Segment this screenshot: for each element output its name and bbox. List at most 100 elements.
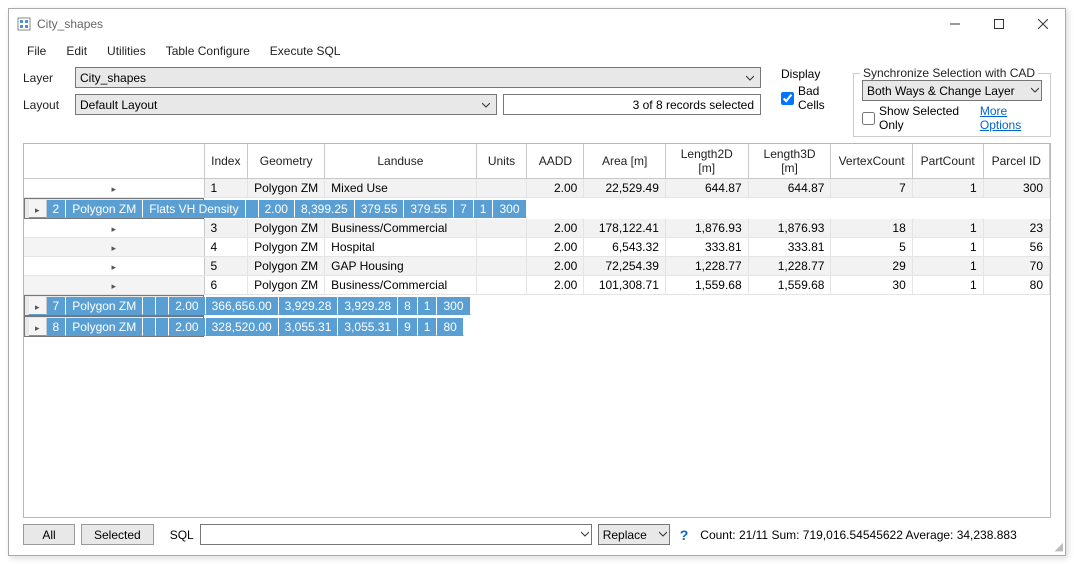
cell[interactable]: 1 bbox=[912, 179, 983, 198]
cell[interactable]: Flats VH Density bbox=[143, 200, 245, 218]
cell[interactable]: 5 bbox=[204, 257, 248, 276]
column-header[interactable]: Parcel ID bbox=[983, 144, 1049, 179]
show-selected-only-checkbox[interactable]: Show Selected Only bbox=[862, 104, 970, 132]
cell[interactable]: 366,656.00 bbox=[206, 297, 279, 315]
column-header[interactable]: Geometry bbox=[248, 144, 325, 179]
row-selector[interactable]: ▸ bbox=[24, 238, 204, 257]
cell[interactable]: 80 bbox=[437, 318, 463, 336]
cell[interactable]: 23 bbox=[983, 219, 1049, 238]
resize-grip-icon[interactable]: ◢ bbox=[1055, 540, 1063, 553]
cell[interactable]: 1 bbox=[418, 318, 438, 336]
cell[interactable]: 5 bbox=[831, 238, 912, 257]
data-grid[interactable]: IndexGeometryLanduseUnitsAADDArea [m]Len… bbox=[23, 143, 1051, 518]
cell[interactable] bbox=[476, 257, 527, 276]
cell[interactable]: 6,543.32 bbox=[584, 238, 666, 257]
menu-file[interactable]: File bbox=[19, 42, 54, 60]
menu-table-configure[interactable]: Table Configure bbox=[158, 42, 258, 60]
column-header[interactable]: Length2D [m] bbox=[665, 144, 748, 179]
cell[interactable]: 1 bbox=[204, 179, 248, 198]
cell[interactable]: 101,308.71 bbox=[584, 276, 666, 295]
cell[interactable]: 29 bbox=[831, 257, 912, 276]
cell[interactable]: 7 bbox=[831, 179, 912, 198]
replace-combo[interactable]: Replace bbox=[598, 524, 670, 545]
cell[interactable]: 300 bbox=[983, 179, 1049, 198]
minimize-button[interactable] bbox=[933, 9, 977, 39]
cell[interactable]: 3,929.28 bbox=[279, 297, 339, 315]
column-header[interactable]: Length3D [m] bbox=[748, 144, 831, 179]
layer-combo[interactable]: City_shapes bbox=[75, 67, 761, 88]
cell[interactable]: 644.87 bbox=[665, 179, 748, 198]
cell[interactable]: 1,876.93 bbox=[665, 219, 748, 238]
selected-button[interactable]: Selected bbox=[81, 524, 154, 545]
row-selector[interactable]: ▸ bbox=[24, 257, 204, 276]
all-button[interactable]: All bbox=[23, 524, 75, 545]
cell[interactable]: 1,228.77 bbox=[665, 257, 748, 276]
cell[interactable]: 6 bbox=[204, 276, 248, 295]
cell[interactable]: 1,559.68 bbox=[665, 276, 748, 295]
cell[interactable]: 1,876.93 bbox=[748, 219, 831, 238]
column-header[interactable]: AADD bbox=[527, 144, 584, 179]
layout-combo[interactable]: Default Layout bbox=[75, 94, 497, 115]
cell[interactable]: 80 bbox=[983, 276, 1049, 295]
cell[interactable]: 9 bbox=[398, 318, 418, 336]
table-row[interactable]: ▸5Polygon ZMGAP Housing2.0072,254.391,22… bbox=[24, 257, 1050, 276]
cell[interactable]: 2 bbox=[47, 200, 67, 218]
table-row[interactable]: ▸4Polygon ZMHospital2.006,543.32333.8133… bbox=[24, 238, 1050, 257]
cell[interactable]: 300 bbox=[493, 200, 526, 218]
cell[interactable]: 333.81 bbox=[665, 238, 748, 257]
cell[interactable]: 56 bbox=[983, 238, 1049, 257]
column-header[interactable] bbox=[24, 144, 204, 179]
cell[interactable]: 1 bbox=[474, 200, 494, 218]
cell[interactable]: 1,559.68 bbox=[748, 276, 831, 295]
cell[interactable]: 2.00 bbox=[527, 238, 584, 257]
cell[interactable] bbox=[156, 318, 169, 336]
cell[interactable]: 2.00 bbox=[527, 276, 584, 295]
cell[interactable]: 3,929.28 bbox=[338, 297, 398, 315]
cell[interactable]: 1,228.77 bbox=[748, 257, 831, 276]
row-selector[interactable]: ▸ bbox=[29, 297, 47, 315]
cell[interactable]: 2.00 bbox=[527, 179, 584, 198]
table-row[interactable]: ▸7Polygon ZM2.00366,656.003,929.283,929.… bbox=[24, 295, 204, 316]
maximize-button[interactable] bbox=[977, 9, 1021, 39]
column-header[interactable]: Landuse bbox=[325, 144, 476, 179]
cell[interactable]: 3,055.31 bbox=[338, 318, 398, 336]
table-row[interactable]: ▸2Polygon ZMFlats VH Density2.008,399.25… bbox=[24, 198, 204, 219]
cell[interactable]: 7 bbox=[47, 297, 67, 315]
row-selector[interactable]: ▸ bbox=[24, 179, 204, 198]
cell[interactable]: 2.00 bbox=[259, 200, 295, 218]
cell[interactable] bbox=[476, 219, 527, 238]
cell[interactable]: 2.00 bbox=[527, 257, 584, 276]
menu-utilities[interactable]: Utilities bbox=[99, 42, 154, 60]
sql-input[interactable] bbox=[200, 524, 592, 545]
column-header[interactable]: PartCount bbox=[912, 144, 983, 179]
cell[interactable]: 2.00 bbox=[169, 318, 205, 336]
cell[interactable]: 1 bbox=[912, 257, 983, 276]
cell[interactable]: Polygon ZM bbox=[248, 238, 325, 257]
cell[interactable]: 30 bbox=[831, 276, 912, 295]
cell[interactable] bbox=[143, 318, 156, 336]
cell[interactable]: Hospital bbox=[325, 238, 476, 257]
cell[interactable]: 72,254.39 bbox=[584, 257, 666, 276]
cell[interactable]: 8 bbox=[398, 297, 418, 315]
cell[interactable]: 7 bbox=[454, 200, 474, 218]
close-button[interactable] bbox=[1021, 9, 1065, 39]
table-row[interactable]: ▸3Polygon ZMBusiness/Commercial2.00178,1… bbox=[24, 219, 1050, 238]
cell[interactable]: 3 bbox=[204, 219, 248, 238]
cell[interactable] bbox=[476, 276, 527, 295]
cell[interactable]: Polygon ZM bbox=[248, 276, 325, 295]
cell[interactable]: 8,399.25 bbox=[295, 200, 355, 218]
cell[interactable]: 178,122.41 bbox=[584, 219, 666, 238]
column-header[interactable]: VertexCount bbox=[831, 144, 912, 179]
cell[interactable]: Business/Commercial bbox=[325, 276, 476, 295]
help-icon[interactable]: ? bbox=[676, 527, 693, 543]
cell[interactable]: Business/Commercial bbox=[325, 219, 476, 238]
cell[interactable]: 70 bbox=[983, 257, 1049, 276]
cell[interactable]: Polygon ZM bbox=[248, 179, 325, 198]
cell[interactable]: 22,529.49 bbox=[584, 179, 666, 198]
cell[interactable]: 8 bbox=[47, 318, 67, 336]
cell[interactable] bbox=[156, 297, 169, 315]
cell[interactable]: 1 bbox=[912, 219, 983, 238]
cell[interactable]: 2.00 bbox=[169, 297, 205, 315]
cell[interactable]: 333.81 bbox=[748, 238, 831, 257]
column-header[interactable]: Units bbox=[476, 144, 527, 179]
